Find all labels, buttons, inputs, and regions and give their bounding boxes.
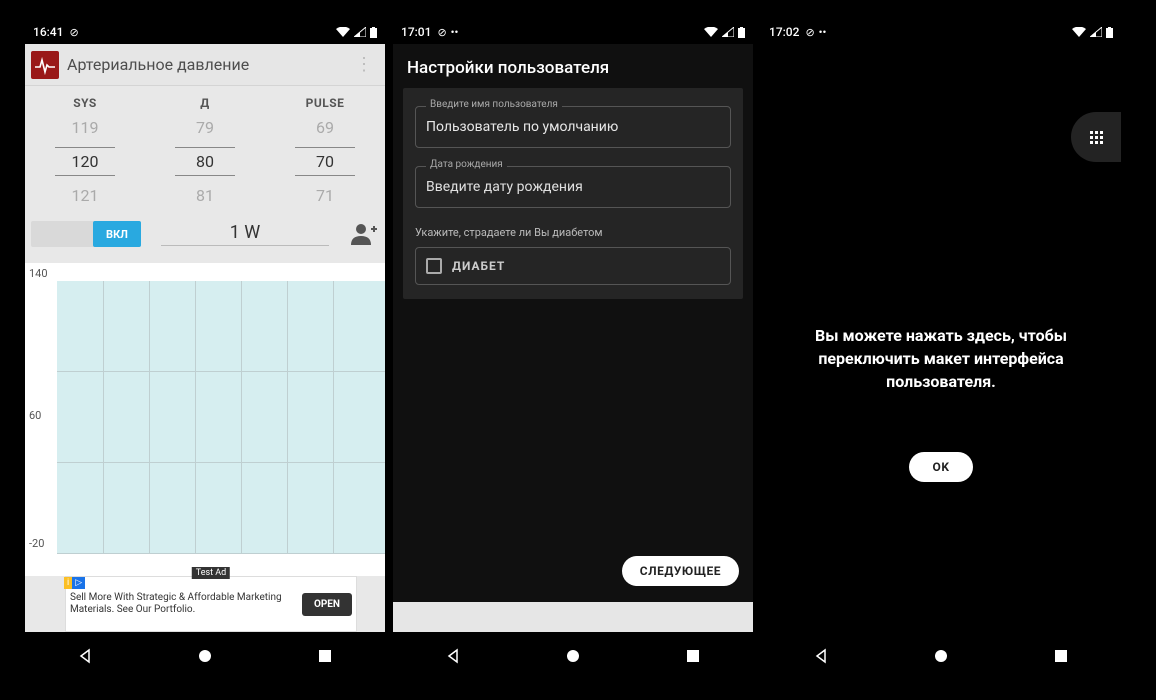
grid-icon	[1090, 131, 1103, 144]
enable-toggle[interactable]: ВКЛ	[31, 221, 141, 247]
diabetes-checkbox[interactable]	[426, 258, 442, 274]
dia-next: 81	[175, 182, 235, 209]
settings-card: Введите имя пользователя Пользователь по…	[403, 88, 743, 299]
username-field[interactable]: Введите имя пользователя Пользователь по…	[415, 106, 731, 148]
onboarding-content: Вы можете нажать здесь, чтобы переключит…	[761, 44, 1121, 632]
phone-screen-1: 16:41 ⊘ Артериальное давление ⋮ SYS	[25, 20, 385, 680]
nav-back-icon[interactable]	[439, 642, 467, 670]
signal-icon	[1090, 27, 1102, 37]
number-pickers: 119 120 121 79 80 81 69 70 71	[25, 114, 385, 209]
phone-screen-2: 17:01 ⊘ •• Настройки пользователя Введит…	[393, 20, 753, 680]
settings-title: Настройки пользователя	[393, 44, 753, 88]
username-label: Введите имя пользователя	[426, 99, 562, 110]
signal-icon	[722, 27, 734, 37]
dia-prev: 79	[175, 114, 235, 141]
sys-selected: 120	[55, 147, 115, 176]
ad-close-icon[interactable]: ▷	[72, 577, 85, 589]
header-sys: SYS	[25, 96, 145, 110]
dob-placeholder: Введите дату рождения	[426, 179, 720, 195]
diabetes-hint: Укажите, страдаете ли Вы диабетом	[415, 226, 731, 239]
nav-home-icon[interactable]	[191, 642, 219, 670]
sys-prev: 119	[55, 114, 115, 141]
app-content: Артериальное давление ⋮ SYS Д PULSE 119 …	[25, 44, 385, 632]
nav-back-icon[interactable]	[71, 642, 99, 670]
wifi-icon	[1072, 27, 1086, 37]
settings-content: Настройки пользователя Введите имя польз…	[393, 44, 753, 632]
username-value: Пользователь по умолчанию	[426, 119, 720, 135]
app-logo-icon	[31, 51, 59, 79]
do-not-disturb-icon: ⊘	[437, 26, 446, 39]
ok-button[interactable]: OK	[909, 452, 974, 482]
ad-badges: i ▷	[64, 577, 85, 589]
status-time: 17:01	[401, 25, 431, 39]
ad-banner[interactable]: Test Ad i ▷ Sell More With Strategic & A…	[65, 576, 357, 632]
wifi-icon	[336, 27, 350, 37]
system-nav-bar	[761, 632, 1121, 680]
dob-field[interactable]: Дата рождения Введите дату рождения	[415, 166, 731, 208]
range-selector[interactable]: 1 W	[161, 222, 329, 246]
pulse-prev: 69	[295, 114, 355, 141]
diabetes-checkbox-label: ДИАБЕТ	[452, 259, 505, 273]
ad-test-label: Test Ad	[192, 567, 230, 579]
y-tick-top: 140	[29, 267, 48, 280]
status-bar: 17:02 ⊘ ••	[761, 20, 1121, 44]
status-bar: 16:41 ⊘	[25, 20, 385, 44]
do-not-disturb-icon: ⊘	[805, 26, 814, 39]
pulse-picker[interactable]: 69 70 71	[265, 114, 385, 209]
status-time: 17:02	[769, 25, 799, 39]
pulse-selected: 70	[295, 147, 355, 176]
diabetes-checkbox-row[interactable]: ДИАБЕТ	[415, 247, 731, 285]
header-pulse: PULSE	[265, 96, 385, 110]
battery-icon	[370, 27, 377, 38]
picker-header: SYS Д PULSE	[25, 86, 385, 114]
chart-grid	[57, 281, 385, 554]
app-title: Артериальное давление	[67, 55, 349, 74]
wifi-icon	[704, 27, 718, 37]
dia-selected: 80	[175, 147, 235, 176]
dia-picker[interactable]: 79 80 81	[145, 114, 265, 209]
system-nav-bar	[25, 632, 385, 680]
y-tick-mid: 60	[29, 409, 41, 422]
signal-icon	[354, 27, 366, 37]
chart-area[interactable]: 140 60 -20	[25, 263, 385, 554]
add-user-button[interactable]	[349, 219, 379, 249]
toggle-on-label: ВКЛ	[93, 221, 141, 247]
status-time: 16:41	[33, 25, 63, 39]
nav-recent-icon[interactable]	[1047, 642, 1075, 670]
do-not-disturb-icon: ⊘	[69, 26, 78, 39]
app-bar: Артериальное давление ⋮	[25, 44, 385, 86]
notification-dot-icon: ••	[819, 26, 827, 39]
status-bar: 17:01 ⊘ ••	[393, 20, 753, 44]
overflow-menu-icon[interactable]: ⋮	[349, 54, 379, 75]
nav-back-icon[interactable]	[807, 642, 835, 670]
battery-icon	[738, 27, 745, 38]
onboarding-message: Вы можете нажать здесь, чтобы переключит…	[761, 324, 1121, 394]
dob-label: Дата рождения	[426, 159, 507, 170]
system-nav-bar	[393, 632, 753, 680]
controls-row: ВКЛ 1 W	[25, 209, 385, 263]
ad-text: Sell More With Strategic & Affordable Ma…	[70, 592, 294, 616]
phone-screen-3: 17:02 ⊘ •• Вы можете нажать здесь, чт	[761, 20, 1121, 680]
settings-footer: СЛЕДУЮЩЕЕ	[393, 542, 753, 602]
nav-recent-icon[interactable]	[679, 642, 707, 670]
ad-open-button[interactable]: OPEN	[302, 593, 352, 616]
nav-home-icon[interactable]	[559, 642, 587, 670]
nav-home-icon[interactable]	[927, 642, 955, 670]
layout-switch-fab[interactable]	[1071, 112, 1121, 162]
nav-recent-icon[interactable]	[311, 642, 339, 670]
notification-dot-icon: ••	[451, 26, 459, 39]
bottom-strip	[393, 602, 753, 632]
header-dia: Д	[145, 96, 265, 110]
ad-info-icon: i	[64, 577, 72, 589]
next-button[interactable]: СЛЕДУЮЩЕЕ	[622, 556, 739, 586]
sys-next: 121	[55, 182, 115, 209]
sys-picker[interactable]: 119 120 121	[25, 114, 145, 209]
pulse-next: 71	[295, 182, 355, 209]
y-tick-bot: -20	[29, 537, 44, 550]
battery-icon	[1106, 27, 1113, 38]
